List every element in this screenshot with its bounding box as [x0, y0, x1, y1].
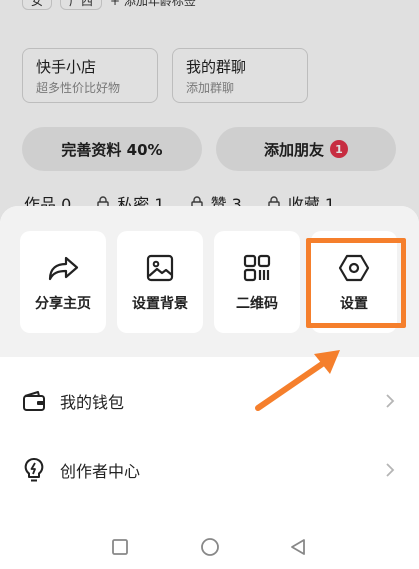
wallet-menu-item[interactable]: 我的钱包 [0, 371, 419, 431]
qr-code-button[interactable]: 二维码 [214, 231, 300, 333]
action-grid: 分享主页 设置背景 二维码 设置 [0, 206, 419, 357]
qr-code-icon [243, 254, 271, 282]
back-triangle-icon[interactable] [289, 538, 307, 556]
set-background-label: 设置背景 [132, 296, 188, 312]
settings-highlight-box [306, 238, 406, 328]
recents-square-icon[interactable] [111, 538, 129, 556]
share-profile-button[interactable]: 分享主页 [20, 231, 106, 333]
qr-code-label: 二维码 [236, 296, 278, 312]
image-icon [146, 254, 174, 282]
lightbulb-icon [24, 458, 44, 482]
creator-center-menu-item[interactable]: 创作者中心 [0, 440, 419, 500]
system-navigation-bar [0, 523, 419, 569]
chevron-right-icon [386, 463, 395, 477]
home-circle-icon[interactable] [200, 538, 220, 558]
share-profile-label: 分享主页 [35, 296, 91, 312]
wallet-icon [23, 391, 45, 411]
share-icon [48, 256, 79, 281]
bottom-sheet: 分享主页 设置背景 二维码 设置 我的钱包 创作者中心 [0, 206, 419, 569]
set-background-button[interactable]: 设置背景 [117, 231, 203, 333]
creator-center-label: 创作者中心 [60, 462, 141, 481]
chevron-right-icon [386, 394, 395, 408]
wallet-label: 我的钱包 [60, 393, 125, 412]
